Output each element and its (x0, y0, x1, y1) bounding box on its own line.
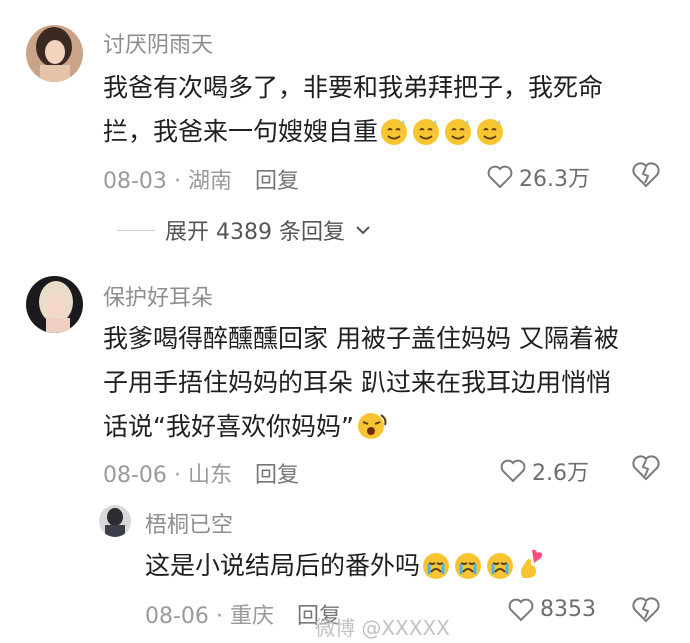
heart-icon (487, 165, 513, 189)
yawning-face-emoji (357, 413, 387, 439)
comment-line: 子用手捂住妈妈的耳朵 趴过来在我耳边用悄悄 (103, 368, 611, 397)
broken-heart-icon (632, 455, 660, 481)
username[interactable]: 梧桐已空 (145, 507, 233, 539)
crying-face-emoji (455, 553, 482, 579)
expand-replies-button[interactable]: 展开 4389 条回复 (117, 214, 371, 246)
reply-text: 这是小说结局后的番外吗 (145, 544, 645, 588)
reply-date: 08-06 (145, 604, 209, 629)
avatar-image (26, 276, 83, 333)
reply-location: 重庆 (229, 604, 274, 629)
heart-icon (500, 459, 526, 483)
comment-line: 拦，我爸来一句嫂嫂自重 (103, 110, 673, 154)
expand-replies-label: 展开 4389 条回复 (165, 220, 345, 245)
avatar-image (99, 505, 131, 537)
comment-location: 湖南 (187, 169, 232, 194)
comment-meta: 08-06 · 山东 (103, 457, 232, 489)
comment-line: 我爹喝得醉醺醺回家 用被子盖住妈妈 又隔着被 (103, 324, 619, 353)
divider (117, 229, 155, 231)
separator: · (173, 169, 181, 194)
like-count: 8353 (540, 597, 596, 622)
heart-icon (508, 598, 534, 621)
dislike-button[interactable] (632, 455, 660, 485)
smile-sweat-emoji (381, 119, 408, 145)
finger-heart-emoji (521, 549, 543, 578)
comment-line: 这是小说结局后的番外吗 (145, 544, 645, 588)
smile-sweat-emoji (413, 119, 440, 145)
watermark: 微博 @XXXXX (315, 616, 450, 640)
avatar[interactable] (99, 505, 131, 537)
like-button[interactable]: 2.6万 (500, 455, 589, 487)
smile-sweat-emoji (477, 119, 504, 145)
like-count: 26.3万 (519, 167, 590, 192)
comment-meta: 08-03 · 湖南 (103, 163, 232, 195)
like-button[interactable]: 26.3万 (487, 161, 590, 193)
comment-location: 山东 (187, 463, 232, 488)
dislike-button[interactable] (632, 162, 660, 192)
avatar[interactable] (26, 25, 83, 82)
comment-line: 我爸有次喝多了，非要和我弟拜把子，我死命 (103, 73, 604, 102)
reply-button[interactable]: 回复 (255, 163, 299, 195)
crying-face-emoji (423, 553, 450, 579)
comment-line: 话说“我好喜欢你妈妈” (103, 405, 683, 449)
like-button[interactable]: 8353 (508, 597, 596, 622)
username[interactable]: 保护好耳朵 (103, 280, 213, 312)
smile-sweat-emoji (445, 119, 472, 145)
username[interactable]: 讨厌阴雨天 (103, 27, 213, 59)
like-count: 2.6万 (532, 461, 589, 486)
avatar-image (26, 25, 83, 82)
avatar[interactable] (26, 276, 83, 333)
reply-button[interactable]: 回复 (255, 457, 299, 489)
chevron-down-icon (356, 226, 370, 235)
comment-text: 我爸有次喝多了，非要和我弟拜把子，我死命 拦，我爸来一句嫂嫂自重 (103, 66, 673, 154)
separator: · (173, 463, 181, 488)
comment-date: 08-06 (103, 463, 167, 488)
comment-text: 我爹喝得醉醺醺回家 用被子盖住妈妈 又隔着被 子用手捂住妈妈的耳朵 趴过来在我耳… (103, 317, 683, 449)
broken-heart-icon (632, 162, 660, 188)
comment-date: 08-03 (103, 169, 167, 194)
dislike-button[interactable] (632, 597, 660, 627)
separator: · (215, 604, 223, 629)
broken-heart-icon (632, 597, 660, 623)
crying-face-emoji (487, 553, 514, 579)
reply-meta: 08-06 · 重庆 (145, 598, 274, 630)
